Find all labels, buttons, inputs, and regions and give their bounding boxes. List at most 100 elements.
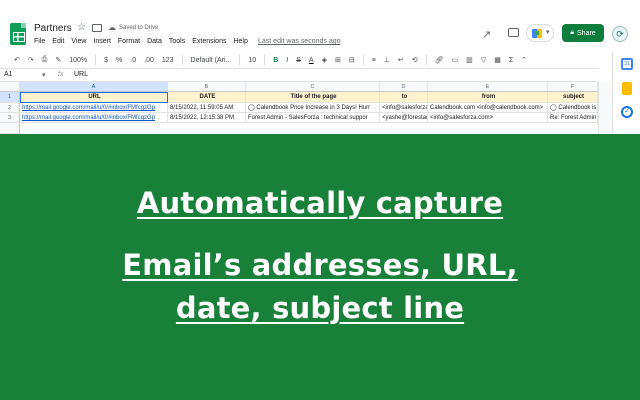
decimal-decrease-button[interactable]: .0: [130, 57, 136, 64]
cell-f1[interactable]: subject: [548, 92, 598, 103]
redo-icon[interactable]: ↷: [28, 56, 34, 64]
font-select[interactable]: Default (Ari...: [191, 57, 232, 64]
column-header-c[interactable]: C: [246, 82, 380, 92]
cell-d1[interactable]: to: [380, 92, 428, 103]
menu-tools[interactable]: Tools: [169, 38, 185, 45]
fx-icon: fx: [58, 71, 64, 78]
promo-banner: Automatically capture Email’s addresses,…: [0, 134, 640, 400]
paint-format-icon[interactable]: ✎: [55, 56, 61, 64]
menu-file[interactable]: File: [34, 38, 45, 45]
chevron-down-icon: ▾: [546, 29, 550, 36]
vertical-scrollbar[interactable]: [598, 82, 612, 134]
select-all-corner[interactable]: [0, 82, 20, 92]
menu-extensions[interactable]: Extensions: [192, 38, 226, 45]
percent-button[interactable]: %: [116, 57, 122, 64]
sheet-grid: A B C D E F 1 URL DATE Title of the page…: [0, 82, 598, 134]
document-title[interactable]: Partners: [34, 23, 72, 34]
comment-icon[interactable]: [508, 28, 519, 37]
toolbar: ↶ ↷ ⎙ ✎ 100% $ % .0 .00 123 Default (Ari…: [0, 52, 640, 68]
promo-headline-line-3: date, subject line: [175, 291, 465, 325]
menu-format[interactable]: Format: [118, 38, 140, 45]
column-header-d[interactable]: D: [380, 82, 428, 92]
merge-icon[interactable]: ⊟: [349, 56, 355, 64]
star-icon[interactable]: ☆: [77, 22, 86, 33]
trend-icon[interactable]: ↗: [482, 28, 491, 41]
column-header-e[interactable]: E: [428, 82, 548, 92]
menu-help[interactable]: Help: [233, 38, 247, 45]
row-header-4[interactable]: [0, 123, 20, 134]
promo-headline-line-1: Automatically capture: [136, 186, 504, 220]
chart-icon[interactable]: ▥: [466, 56, 473, 64]
strikethrough-button[interactable]: S: [296, 57, 301, 64]
cell-f3[interactable]: Re: Forest Admin: [548, 113, 598, 123]
currency-button[interactable]: $: [104, 57, 108, 64]
folder-icon[interactable]: [92, 24, 102, 32]
share-label: Share: [577, 29, 596, 37]
more-formats-button[interactable]: 123: [162, 57, 174, 64]
functions-icon[interactable]: Σ: [509, 57, 513, 64]
cell-e2-text: Calendbook.com <info@calendbook.com>: [430, 105, 544, 111]
borders-icon[interactable]: ⊞: [335, 56, 341, 64]
cell-d3[interactable]: <yashe@forestadm: [380, 113, 428, 123]
menu-insert[interactable]: Insert: [93, 38, 111, 45]
toolbar-divider: [425, 55, 427, 65]
cell-f2[interactable]: ◯ Calendbook is: [548, 103, 598, 113]
cell-c2[interactable]: ◯ Calendbook Price Increase in 3 Days! H…: [246, 103, 380, 113]
formula-bar: A1 ▾ fx URL: [0, 68, 598, 82]
sheets-app: Partners ☆ ☁ Saved to Drive File Edit Vi…: [0, 0, 640, 134]
column-header-a[interactable]: A: [20, 82, 168, 92]
cell-e2[interactable]: Calendbook.com <info@calendbook.com>: [428, 103, 548, 113]
text-color-button[interactable]: A: [309, 57, 314, 64]
bold-button[interactable]: B: [273, 57, 278, 64]
comment-add-icon[interactable]: ▭: [452, 56, 459, 64]
cell-a2[interactable]: https://mail.google.com/mail/u/0/#inbox/…: [20, 103, 168, 113]
menu-edit[interactable]: Edit: [52, 38, 64, 45]
cell-b3[interactable]: 8/15/2022, 12:15:38 PM: [168, 113, 246, 123]
undo-icon[interactable]: ↶: [14, 56, 20, 64]
cell-e1[interactable]: from: [428, 92, 548, 103]
rotate-icon[interactable]: ⟲: [412, 56, 418, 64]
keep-icon[interactable]: [622, 82, 632, 95]
align-icon[interactable]: ≡: [372, 57, 376, 64]
meet-button[interactable]: ▾: [526, 24, 554, 42]
row-header-2[interactable]: 2: [0, 103, 20, 113]
cell-b2[interactable]: 8/15/2022, 11:59:05 AM: [168, 103, 246, 113]
chevron-down-icon[interactable]: ▾: [42, 71, 46, 79]
cell-e3[interactable]: <info@salesforza.com>: [428, 113, 548, 123]
column-header-b[interactable]: B: [168, 82, 246, 92]
calendar-icon[interactable]: 31: [621, 58, 633, 70]
avatar-icon[interactable]: ⟳: [612, 26, 628, 42]
italic-button[interactable]: I: [286, 57, 288, 64]
zoom-select[interactable]: 100%: [69, 57, 87, 64]
wrap-icon[interactable]: ↵: [398, 56, 404, 64]
valign-icon[interactable]: ⊥: [384, 56, 390, 64]
menu-data[interactable]: Data: [147, 38, 162, 45]
cell-b1[interactable]: DATE: [168, 92, 246, 103]
cell-a1[interactable]: URL: [20, 92, 168, 103]
cell-d2[interactable]: <info@salesforza: [380, 103, 428, 113]
share-button[interactable]: 🔒︎ Share: [562, 24, 604, 42]
toolbar-divider: [362, 55, 364, 65]
font-size-select[interactable]: 10: [248, 57, 256, 64]
column-header-f[interactable]: F: [548, 82, 598, 92]
menu-view[interactable]: View: [71, 38, 86, 45]
cloud-icon[interactable]: ☁: [108, 23, 116, 32]
row-header-3[interactable]: 3: [0, 113, 20, 123]
formula-input[interactable]: URL: [74, 71, 88, 78]
cell-a3[interactable]: https://mail.google.com/mail/u/0/#inbox/…: [20, 113, 168, 123]
name-box[interactable]: A1: [4, 71, 46, 78]
collapse-icon[interactable]: ⌃: [521, 56, 527, 64]
filter-views-icon[interactable]: ▦: [494, 56, 501, 64]
tasks-icon[interactable]: ✓: [621, 106, 633, 118]
sheets-logo-icon[interactable]: [10, 23, 26, 45]
print-icon[interactable]: ⎙: [42, 56, 48, 64]
row-header-1[interactable]: 1: [0, 92, 20, 103]
last-edit-link[interactable]: Last edit was seconds ago: [258, 38, 341, 45]
fill-color-icon[interactable]: ◈: [322, 56, 327, 64]
decimal-increase-button[interactable]: .00: [144, 57, 154, 64]
toolbar-divider: [239, 55, 241, 65]
filter-icon[interactable]: ▽: [481, 56, 486, 64]
cell-c1[interactable]: Title of the page: [246, 92, 380, 103]
cell-c3[interactable]: Forest Admin - SalesForza : technical su…: [246, 113, 380, 123]
link-icon[interactable]: 🔗︎: [435, 56, 444, 64]
